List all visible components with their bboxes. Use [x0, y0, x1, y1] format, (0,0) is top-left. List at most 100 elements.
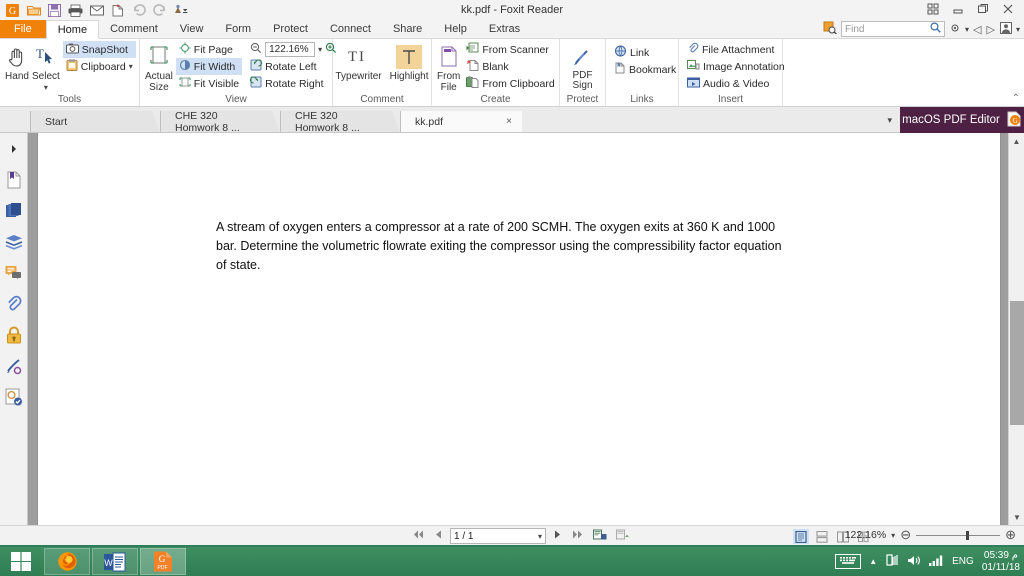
security-lock-icon[interactable]	[2, 323, 26, 347]
layers-icon[interactable]	[2, 230, 26, 254]
find-settings-gear-icon[interactable]	[948, 22, 962, 37]
search-document-icon[interactable]	[822, 21, 838, 37]
zoom-out-icon[interactable]	[250, 42, 262, 57]
document-view[interactable]: A stream of oxygen enters a compressor a…	[28, 133, 1008, 525]
file-attachment-button[interactable]: File Attachment	[684, 41, 788, 58]
scroll-down-icon[interactable]: ▼	[1009, 509, 1024, 525]
zoom-level-caret-icon[interactable]: ▾	[318, 45, 322, 54]
single-page-mode-button[interactable]	[793, 529, 809, 544]
menu-item-extras[interactable]: Extras	[478, 20, 531, 38]
doc-tab-start[interactable]: Start	[30, 111, 152, 132]
clipboard-button[interactable]: Clipboard ▾	[63, 58, 136, 75]
find-settings-caret-icon[interactable]: ▾	[965, 25, 969, 34]
image-annotation-button[interactable]: Image Annotation	[684, 58, 788, 75]
find-next-icon[interactable]: ▷	[986, 23, 996, 36]
next-page-button[interactable]	[551, 529, 565, 543]
tab-overflow-icon[interactable]: ▾	[887, 115, 892, 126]
pdf-sign-button[interactable]: PDF Sign	[565, 41, 600, 91]
close-icon[interactable]	[1000, 3, 1016, 18]
expand-panel-icon[interactable]	[2, 137, 26, 161]
zoom-out-status-icon[interactable]: ⊖	[900, 528, 911, 541]
menu-item-comment[interactable]: Comment	[99, 20, 169, 38]
zoom-status-caret-icon[interactable]: ▾	[891, 531, 895, 540]
find-input[interactable]: Find	[841, 21, 946, 37]
account-avatar-icon[interactable]	[999, 21, 1013, 37]
macos-pdf-editor-badge[interactable]: macOS PDF Editor G	[900, 107, 1024, 133]
scrollbar-thumb[interactable]	[1010, 301, 1024, 425]
pages-icon[interactable]	[2, 199, 26, 223]
doc-tab-homework-2[interactable]: CHE 320 Homwork 8 ...	[280, 110, 392, 134]
link-button[interactable]: Link	[611, 44, 679, 61]
signal-icon[interactable]	[929, 554, 944, 569]
typewriter-button[interactable]: TI Typewriter	[335, 41, 381, 82]
from-scanner-label: From Scanner	[482, 43, 549, 56]
doc-tab-kk-pdf[interactable]: kk.pdf ×	[400, 111, 522, 132]
doc-tab-close-icon[interactable]: ×	[506, 116, 512, 127]
highlight-button[interactable]: Highlight	[390, 41, 429, 82]
menu-item-protect[interactable]: Protect	[262, 20, 319, 38]
minimize-icon[interactable]	[950, 3, 966, 18]
bookmark-button[interactable]: Bookmark	[611, 61, 679, 78]
maximize-icon[interactable]	[975, 3, 991, 18]
tray-expand-chevron-icon[interactable]: ▲	[869, 557, 877, 566]
account-caret-icon[interactable]: ▾	[1016, 25, 1020, 34]
taskbar-firefox[interactable]	[44, 548, 90, 575]
previous-page-button[interactable]	[431, 529, 445, 543]
tray-clock[interactable]: 05:39 م 01/11/18	[982, 550, 1020, 574]
select-tool-caret-icon[interactable]: ▾	[44, 82, 48, 93]
rotate-right-button[interactable]: Rotate Right	[247, 75, 340, 92]
from-clipboard-button[interactable]: From Clipboard	[463, 75, 557, 92]
taskbar-word[interactable]: W	[92, 548, 138, 575]
menu-item-help[interactable]: Help	[433, 20, 478, 38]
blank-page-button[interactable]: Blank	[463, 58, 557, 75]
zoom-slider[interactable]	[916, 530, 1001, 540]
hand-tool-button[interactable]: Hand	[5, 41, 29, 82]
continuous-mode-button[interactable]	[814, 529, 830, 544]
menu-item-home[interactable]: Home	[45, 20, 100, 39]
menu-item-view[interactable]: View	[169, 20, 215, 38]
comments-icon[interactable]	[2, 261, 26, 285]
page-number-input[interactable]: 1 / 1 ▾	[450, 528, 546, 544]
last-page-button[interactable]	[570, 529, 586, 543]
menu-item-share[interactable]: Share	[382, 20, 433, 38]
pdf-page[interactable]: A stream of oxygen enters a compressor a…	[38, 133, 1000, 525]
vertical-scrollbar[interactable]: ▲ ▼	[1008, 133, 1024, 525]
bookmarks-icon[interactable]	[2, 168, 26, 192]
fit-visible-button[interactable]: Fit Visible	[176, 75, 242, 92]
start-button[interactable]	[0, 547, 42, 576]
taskbar-foxit[interactable]: G PDF	[140, 548, 186, 575]
create-from-file-button[interactable]: From File	[437, 41, 460, 93]
clipboard-caret-icon[interactable]: ▾	[129, 62, 133, 71]
menu-item-file[interactable]: File	[0, 20, 46, 38]
rotate-view-button[interactable]	[591, 529, 609, 544]
menu-item-form[interactable]: Form	[214, 20, 262, 38]
stamp-icon[interactable]	[2, 385, 26, 409]
scroll-up-icon[interactable]: ▲	[1009, 133, 1024, 149]
select-tool-button[interactable]: T Select ▾	[32, 41, 60, 93]
from-scanner-button[interactable]: From Scanner	[463, 41, 557, 58]
page-number-caret-icon[interactable]: ▾	[538, 532, 542, 541]
zoom-in-status-icon[interactable]: ⊕	[1005, 528, 1016, 541]
volume-icon[interactable]	[907, 554, 921, 570]
page-transition-button[interactable]	[614, 529, 632, 544]
doc-tab-homework-1[interactable]: CHE 320 Homwork 8 ...	[160, 110, 272, 134]
actual-size-button[interactable]: Actual Size	[145, 41, 173, 93]
zoom-slider-knob[interactable]	[966, 530, 970, 540]
collapse-ribbon-icon[interactable]: ⌃	[1012, 93, 1020, 104]
find-previous-icon[interactable]: ◁	[972, 23, 982, 36]
signatures-icon[interactable]	[2, 354, 26, 378]
restore-grid-icon[interactable]	[925, 3, 941, 18]
rotate-left-button[interactable]: Rotate Left	[247, 58, 340, 75]
first-page-button[interactable]	[410, 529, 426, 543]
magnifier-icon[interactable]	[930, 22, 941, 36]
fit-page-button[interactable]: Fit Page	[176, 41, 242, 58]
keyboard-icon[interactable]	[835, 554, 862, 569]
audio-video-button[interactable]: Audio & Video	[684, 75, 788, 92]
menu-item-connect[interactable]: Connect	[319, 20, 382, 38]
language-indicator[interactable]: ENG	[952, 556, 974, 567]
snapshot-button[interactable]: SnapShot	[62, 41, 136, 58]
zoom-level-input[interactable]: 122.16%	[265, 42, 316, 57]
fit-width-button[interactable]: Fit Width	[175, 58, 243, 75]
attachments-icon[interactable]	[2, 292, 26, 316]
network-icon[interactable]	[885, 553, 899, 570]
